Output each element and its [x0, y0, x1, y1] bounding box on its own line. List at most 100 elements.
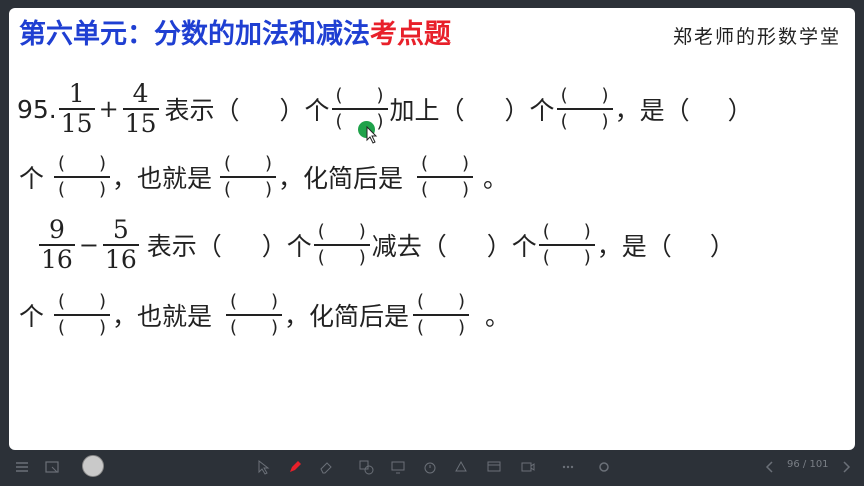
video-icon[interactable]	[520, 459, 536, 475]
fraction-blank[interactable]: () ()	[556, 84, 613, 134]
paren: )	[271, 317, 279, 338]
paren: (	[58, 179, 66, 200]
question-number: 95.	[17, 94, 57, 124]
paren: )	[376, 85, 384, 106]
denominator: 16	[104, 245, 137, 274]
question-line-2: 个 () () ，也就是 () () ，化简后是 () () 。	[19, 152, 508, 202]
question-line-1: 95. 1 15 + 4 15 表示（ ）个 ()() 加上（ ）个 ()() ，是…	[17, 80, 753, 138]
shapes-icon[interactable]	[358, 459, 374, 475]
slide: 第六单元：分数的加法和减法考点题 郑老师的形数学堂 95. 1 15 + 4 15 …	[9, 8, 855, 450]
slide-title: 第六单元：分数的加法和减法考点题	[19, 18, 451, 52]
paren: )	[265, 153, 273, 174]
brand-text: 郑老师的形数学堂	[672, 26, 841, 48]
paren: (	[417, 291, 425, 312]
paren: )	[462, 153, 470, 174]
eraser-icon[interactable]	[318, 459, 334, 475]
title-highlight: 考点题	[370, 19, 451, 50]
plus-sign: +	[98, 95, 119, 123]
numerator: 1	[68, 79, 85, 108]
denominator: 16	[41, 245, 73, 274]
paren: )	[462, 179, 470, 200]
fraction-blank[interactable]: () ()	[220, 152, 277, 202]
paren: )	[458, 317, 466, 338]
paren: (	[58, 291, 66, 312]
fraction-blank[interactable]: () ()	[417, 152, 474, 202]
text: ，是（	[614, 96, 690, 125]
text: ）个	[279, 96, 330, 125]
paren: (	[542, 247, 550, 268]
paren: )	[98, 153, 107, 174]
fraction-blank[interactable]: () ()	[54, 152, 111, 202]
denominator: 15	[60, 109, 93, 138]
text: 表示（	[146, 232, 222, 261]
prev-page-icon[interactable]	[762, 459, 778, 475]
text: ）个	[486, 232, 537, 261]
paren: (	[224, 153, 232, 174]
menu-icon[interactable]	[14, 459, 30, 475]
paren: )	[98, 317, 107, 338]
paren: )	[601, 85, 609, 106]
paren: (	[542, 221, 550, 242]
text: ）	[709, 232, 735, 261]
paren: (	[230, 291, 238, 312]
fraction-blank[interactable]: () ()	[54, 290, 111, 340]
page-indicator: 96 / 101	[787, 459, 829, 470]
paren: )	[458, 291, 466, 312]
fraction-blank[interactable]: () ()	[226, 290, 283, 340]
fraction: 4 15	[122, 79, 159, 138]
numerator: 4	[132, 79, 149, 108]
paren: )	[601, 111, 609, 132]
text: ，也就是	[112, 164, 213, 193]
fraction: 5 16	[102, 215, 139, 274]
paren: (	[335, 111, 343, 132]
paren: (	[417, 317, 425, 338]
fraction-blank[interactable]: () ()	[538, 220, 595, 270]
minus-sign: −	[78, 231, 99, 259]
paren: (	[224, 179, 232, 200]
paren: )	[583, 247, 591, 268]
paren: (	[317, 221, 325, 242]
text: 。	[483, 164, 509, 193]
paren: (	[421, 153, 429, 174]
pen-icon[interactable]	[287, 459, 303, 475]
text: 。	[485, 302, 511, 331]
paren: (	[560, 111, 568, 132]
paren: (	[317, 247, 325, 268]
paren: (	[421, 179, 429, 200]
text: 加上（	[389, 96, 465, 125]
text: ，化简后是	[284, 302, 410, 331]
fraction: 1 15	[58, 79, 95, 138]
fraction-blank[interactable]: () ()	[313, 220, 370, 270]
avatar[interactable]	[82, 455, 104, 477]
cursor-icon[interactable]	[255, 459, 271, 475]
more-icon[interactable]	[560, 459, 576, 475]
numerator: 5	[112, 215, 129, 244]
tools-icon[interactable]	[453, 459, 469, 475]
paren: (	[560, 85, 568, 106]
question-line-4: 个 () () ，也就是 () () ，化简后是 () () 。	[19, 290, 510, 340]
text: ，也就是	[112, 302, 213, 331]
text: 个	[19, 302, 45, 331]
numerator: 9	[48, 215, 65, 244]
paren: (	[58, 153, 66, 174]
window-icon[interactable]	[44, 459, 60, 475]
text: ）	[727, 96, 753, 125]
text: 个	[19, 164, 45, 193]
paren: )	[358, 247, 366, 268]
board-icon[interactable]	[486, 459, 502, 475]
next-page-icon[interactable]	[838, 459, 854, 475]
paren: (	[230, 317, 238, 338]
paren: )	[271, 291, 279, 312]
paren: )	[583, 221, 591, 242]
timer-icon[interactable]	[422, 459, 438, 475]
denominator: 15	[124, 109, 157, 138]
settings-icon[interactable]	[596, 459, 612, 475]
text: 减去（	[371, 232, 447, 261]
mouse-pointer-icon	[366, 126, 378, 144]
text: 表示（	[164, 96, 240, 125]
text: ）个	[504, 96, 555, 125]
paren: )	[358, 221, 366, 242]
fraction-blank[interactable]: () ()	[413, 290, 470, 340]
paren: (	[58, 317, 66, 338]
screen-icon[interactable]	[390, 459, 406, 475]
